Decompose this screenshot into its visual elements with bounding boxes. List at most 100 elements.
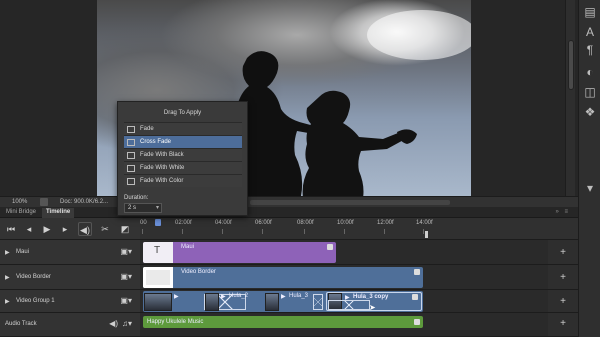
ruler-label: 02:00f <box>175 220 192 226</box>
video-group-clips: ▶ ▶ Hula_2 ▶ Hula_3 ▶ Hula_3 copy ➤ <box>143 291 423 312</box>
transition-icon[interactable]: ◩ <box>118 222 132 236</box>
clip-options-icon[interactable] <box>327 244 333 250</box>
zoom-level[interactable]: 100% <box>12 199 27 205</box>
track-lane-video-border: Video Border <box>140 265 548 290</box>
track-lane-video-group-1: ▶ ▶ Hula_2 ▶ Hula_3 ▶ Hula_3 copy ➤ <box>140 290 548 313</box>
clip-label[interactable]: Hula_3 <box>289 293 308 299</box>
track-header-maui[interactable]: ▶ Maui ▣▾ <box>0 240 140 265</box>
clip-options-icon[interactable] <box>414 269 420 275</box>
clip-play-icon: ▶ <box>221 294 226 300</box>
cross-fade-transition[interactable] <box>328 300 370 310</box>
add-track-button[interactable]: + <box>548 265 578 290</box>
adjustments-icon[interactable]: ◐ <box>582 64 598 80</box>
document-canvas <box>0 0 578 196</box>
panel-menu-icon[interactable]: » ≡ <box>555 209 570 215</box>
border-thumbnail <box>143 267 173 288</box>
work-area-end-handle[interactable] <box>425 231 428 238</box>
clip-audio[interactable]: Happy Ukulele Music <box>143 316 423 328</box>
status-bar: 100% Doc: 900.0K/6.2... <box>0 196 578 207</box>
doc-info-icon[interactable] <box>40 198 48 206</box>
fade-white-icon <box>127 165 135 172</box>
playhead[interactable] <box>155 219 161 226</box>
cross-fade-transition[interactable] <box>313 294 323 310</box>
add-track-button[interactable]: + <box>548 313 578 337</box>
mouse-cursor-icon: ➤ <box>369 303 376 312</box>
go-to-first-frame-icon[interactable]: ⏮ <box>4 222 18 236</box>
mute-audio-icon[interactable]: ◀) <box>109 319 118 328</box>
clip-options-icon[interactable] <box>414 319 420 325</box>
canvas-vertical-scrollbar[interactable] <box>565 0 575 196</box>
clip-thumbnail <box>144 293 172 311</box>
ruler-label: 12:00f <box>377 220 394 226</box>
film-strip-icon[interactable]: ▣▾ <box>120 296 132 305</box>
track-header-video-border[interactable]: ▶ Video Border ▣▾ <box>0 265 140 290</box>
transition-fade-with-black[interactable]: Fade With Black <box>124 148 242 161</box>
track-name: Audio Track <box>5 321 37 327</box>
flyout-title: Drag To Apply <box>163 110 202 116</box>
transitions-flyout: Drag To Apply Fade Cross Fade Fade With … <box>117 101 248 216</box>
add-track-button[interactable]: + <box>548 290 578 313</box>
panel-collapse-icon[interactable]: ▾ <box>582 180 598 196</box>
film-strip-icon[interactable]: ▣▾ <box>120 272 132 281</box>
ruler-label: 06:00f <box>255 220 272 226</box>
track-header-audio[interactable]: Audio Track ◀) ♫▾ <box>0 313 140 337</box>
duration-select[interactable]: 2 s ▾ <box>124 203 162 213</box>
photoshop-timeline-window: ▤ A ¶ ◐ ◫ ❖ ▾ 100% Doc: 900.0K/6.2... Mi… <box>0 0 600 337</box>
transition-fade-with-color[interactable]: Fade With Color <box>124 174 242 187</box>
styles-icon[interactable]: ◫ <box>582 84 598 100</box>
timeline-toolbar: ⏮ ◂ ▶ ▸ ◀) ✂ ◩ <box>0 218 140 240</box>
clip-video-border[interactable]: Video Border <box>143 267 423 288</box>
track-name: Video Border <box>16 274 51 280</box>
clip-options-icon[interactable] <box>412 294 418 300</box>
add-track-button[interactable]: + <box>548 240 578 265</box>
character-icon[interactable]: A <box>582 24 598 40</box>
fade-black-icon <box>127 152 135 159</box>
fade-color-icon <box>127 178 135 185</box>
clip-label[interactable]: Hula_2 <box>229 293 248 299</box>
history-icon[interactable]: ▤ <box>582 4 598 20</box>
expand-track-icon[interactable]: ▶ <box>5 274 10 281</box>
track-name: Video Group 1 <box>16 298 55 304</box>
chevron-down-icon: ▾ <box>155 205 159 211</box>
step-forward-icon[interactable]: ▸ <box>58 222 72 236</box>
transition-cross-fade[interactable]: Cross Fade <box>124 135 242 148</box>
timeline-ruler[interactable]: 00 02:00f 04:00f 06:00f 08:00f 10:00f 12… <box>140 218 578 240</box>
tab-mini-bridge[interactable]: Mini Bridge <box>2 208 40 218</box>
clip-label: Video Border <box>181 269 216 275</box>
canvas-horizontal-scrollbar[interactable] <box>250 200 450 205</box>
cross-fade-icon <box>127 139 135 146</box>
expand-track-icon[interactable]: ▶ <box>5 298 10 305</box>
clip-thumbnail <box>265 293 279 311</box>
expand-track-icon[interactable]: ▶ <box>5 249 10 256</box>
film-strip-icon[interactable]: ▣▾ <box>120 247 132 256</box>
duration-label: Duration: <box>124 195 149 201</box>
clip-label: Happy Ukulele Music <box>147 319 204 325</box>
track-lane-maui: T Maui <box>140 240 548 265</box>
ruler-label: 14:00f <box>416 220 433 226</box>
tab-timeline[interactable]: Timeline <box>42 208 75 218</box>
track-header-video-group-1[interactable]: ▶ Video Group 1 ▣▾ <box>0 290 140 313</box>
mute-audio-icon[interactable]: ◀) <box>78 222 92 236</box>
ruler-label: 10:00f <box>337 220 354 226</box>
clip-play-icon: ▶ <box>281 294 286 300</box>
transition-fade[interactable]: Fade <box>124 122 242 135</box>
clip-maui[interactable]: T Maui <box>143 242 336 263</box>
ruler-label: 04:00f <box>215 220 232 226</box>
transition-fade-with-white[interactable]: Fade With White <box>124 161 242 174</box>
step-back-icon[interactable]: ◂ <box>22 222 36 236</box>
play-icon[interactable]: ▶ <box>40 222 54 236</box>
track-lane-audio: Happy Ukulele Music <box>140 313 548 337</box>
track-name: Maui <box>16 249 30 255</box>
scissors-icon[interactable]: ✂ <box>98 222 112 236</box>
panel-tool-strip: ▤ A ¶ ◐ ◫ ❖ ▾ <box>578 0 600 337</box>
text-layer-thumbnail: T <box>143 242 173 263</box>
ruler-label: 08:00f <box>297 220 314 226</box>
paragraph-icon[interactable]: ¶ <box>582 42 598 58</box>
doc-size: Doc: 900.0K/6.2... <box>60 199 109 205</box>
clip-play-icon: ▶ <box>174 294 179 300</box>
clip-thumbnail <box>205 293 219 311</box>
layers-icon[interactable]: ❖ <box>582 104 598 120</box>
music-note-icon[interactable]: ♫▾ <box>122 319 132 328</box>
clip-label: Maui <box>181 244 195 250</box>
ruler-label: 00 <box>140 220 147 226</box>
